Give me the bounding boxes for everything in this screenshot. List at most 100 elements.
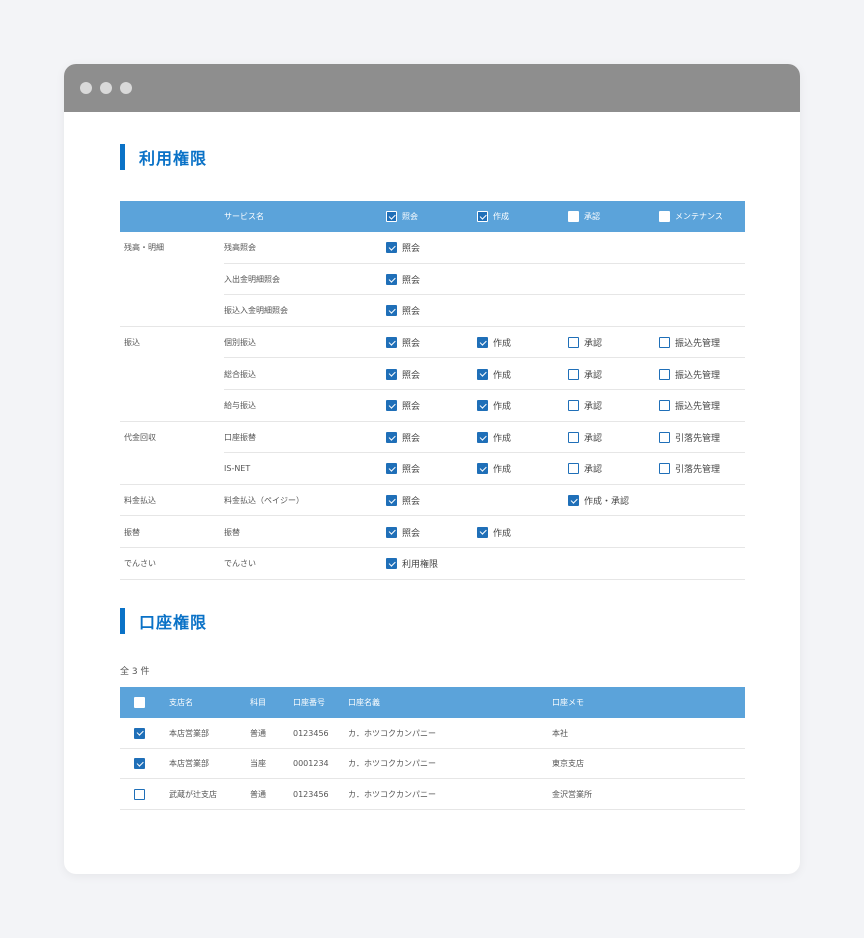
permission-checkbox[interactable] [568, 431, 579, 443]
header-col-inquiry[interactable]: 照会 [386, 201, 418, 232]
window-maximize-dot[interactable] [120, 82, 132, 94]
permission-checkbox[interactable] [386, 273, 397, 285]
permission-option[interactable]: 作成・承認 [568, 485, 629, 517]
permission-option[interactable]: 照会 [386, 485, 420, 517]
account-checkbox[interactable] [134, 727, 145, 739]
permission-checkbox[interactable] [386, 400, 397, 412]
permission-option[interactable]: 作成 [477, 453, 511, 485]
permissions-table-body: 残高・明細 残高照会 照会 入出金明細照会 照会 振込入金明細照会 照会 振込 個別振込 照会 作成… [120, 232, 745, 580]
permission-option[interactable]: 振込先管理 [659, 358, 720, 390]
permission-label: 作成 [493, 528, 512, 539]
permission-option[interactable]: 作成 [477, 327, 511, 359]
permission-option[interactable]: 照会 [386, 232, 420, 264]
select-all-cell[interactable] [134, 687, 150, 718]
permission-checkbox[interactable] [386, 368, 397, 380]
permission-option[interactable]: 承認 [568, 327, 602, 359]
permission-option[interactable]: 承認 [568, 358, 602, 390]
permission-option[interactable]: 作成 [477, 422, 511, 454]
permission-checkbox[interactable] [568, 463, 579, 475]
permission-checkbox[interactable] [477, 431, 488, 443]
permission-row: 残高・明細 残高照会 照会 [120, 232, 745, 264]
account-row[interactable]: 本店営業部 当座 0001234 カ．ホツコクカンパニー 東京支店 [120, 749, 745, 780]
permission-row: 総合振込 照会 作成 承認 振込先管理 [120, 358, 745, 390]
service-cell: 個別振込 [224, 338, 256, 348]
category-cell: 料金払込 [124, 496, 156, 506]
permission-option[interactable]: 振込先管理 [659, 327, 720, 359]
permission-checkbox[interactable] [659, 368, 670, 380]
service-cell: 振込入金明細照会 [224, 306, 288, 316]
type-cell: 当座 [250, 759, 266, 769]
permission-label: 引落先管理 [675, 465, 721, 476]
permission-label: 照会 [402, 497, 421, 508]
permission-option[interactable]: 承認 [568, 390, 602, 422]
header-inquiry-checkbox[interactable] [386, 211, 397, 222]
permission-checkbox[interactable] [386, 431, 397, 443]
account-row[interactable]: 本店営業部 普通 0123456 カ．ホツコクカンパニー 本社 [120, 718, 745, 749]
permission-checkbox[interactable] [568, 400, 579, 412]
header-col-maintenance[interactable]: メンテナンス [659, 201, 723, 232]
select-all-checkbox[interactable] [134, 697, 145, 708]
permission-option[interactable]: 照会 [386, 358, 420, 390]
permission-label: 承認 [584, 402, 603, 413]
section-accent-bar [120, 144, 125, 170]
permission-checkbox[interactable] [386, 337, 397, 349]
window-close-dot[interactable] [80, 82, 92, 94]
account-select-cell[interactable] [134, 749, 150, 779]
account-checkbox[interactable] [134, 788, 145, 800]
header-col-approve[interactable]: 承認 [568, 201, 600, 232]
permission-option[interactable]: 照会 [386, 264, 420, 296]
permission-checkbox[interactable] [386, 463, 397, 475]
permission-option[interactable]: 作成 [477, 358, 511, 390]
permission-checkbox[interactable] [568, 368, 579, 380]
permission-option[interactable]: 照会 [386, 516, 420, 548]
accounts-title: 口座権限 [139, 613, 208, 632]
permission-label: 作成 [493, 370, 512, 381]
service-cell: 入出金明細照会 [224, 274, 280, 284]
permission-checkbox[interactable] [386, 495, 397, 507]
service-cell: 総合振込 [224, 369, 256, 379]
permission-checkbox[interactable] [659, 337, 670, 349]
account-row[interactable]: 武蔵が辻支店 普通 0123456 カ．ホツコクカンパニー 金沢営業所 [120, 779, 745, 811]
permission-option[interactable]: 承認 [568, 453, 602, 485]
permission-checkbox[interactable] [659, 431, 670, 443]
permission-option[interactable]: 振込先管理 [659, 390, 720, 422]
header-maintenance-checkbox[interactable] [659, 211, 670, 222]
accounts-table-header: 支店名 科目 口座番号 口座名義 口座メモ [120, 687, 745, 718]
permission-checkbox[interactable] [568, 337, 579, 349]
account-checkbox[interactable] [134, 758, 145, 770]
permission-option[interactable]: 作成 [477, 516, 511, 548]
header-create-checkbox[interactable] [477, 211, 488, 222]
permission-checkbox[interactable] [659, 463, 670, 475]
permissions-section-title: 利用権限 [120, 144, 207, 170]
permission-checkbox[interactable] [477, 463, 488, 475]
permission-option[interactable]: 引落先管理 [659, 453, 720, 485]
service-cell: 料金払込（ペイジー） [224, 496, 304, 506]
permission-option[interactable]: 照会 [386, 422, 420, 454]
permission-option[interactable]: 照会 [386, 453, 420, 485]
permission-checkbox[interactable] [477, 526, 488, 538]
permission-option[interactable]: 照会 [386, 295, 420, 327]
header-approve-checkbox[interactable] [568, 211, 579, 222]
permission-checkbox[interactable] [659, 400, 670, 412]
window-minimize-dot[interactable] [100, 82, 112, 94]
permission-option[interactable]: 照会 [386, 327, 420, 359]
header-col-create[interactable]: 作成 [477, 201, 509, 232]
permission-option[interactable]: 承認 [568, 422, 602, 454]
permission-checkbox[interactable] [386, 242, 397, 254]
permission-checkbox[interactable] [568, 495, 579, 507]
permission-checkbox[interactable] [477, 400, 488, 412]
account-select-cell[interactable] [134, 779, 150, 809]
permission-option[interactable]: 照会 [386, 390, 420, 422]
account-select-cell[interactable] [134, 718, 150, 748]
service-cell: 残高照会 [224, 243, 256, 253]
permission-option[interactable]: 作成 [477, 390, 511, 422]
permission-row: IS-NET 照会 作成 承認 引落先管理 [120, 453, 745, 485]
permission-checkbox[interactable] [477, 368, 488, 380]
permission-checkbox[interactable] [386, 526, 397, 538]
permission-option[interactable]: 利用権限 [386, 548, 438, 580]
permission-checkbox[interactable] [386, 305, 397, 317]
permission-checkbox[interactable] [386, 558, 397, 570]
accounts-table: 支店名 科目 口座番号 口座名義 口座メモ 本店営業部 普通 0123456 カ．ホツ… [120, 687, 745, 811]
permission-option[interactable]: 引落先管理 [659, 422, 720, 454]
permission-checkbox[interactable] [477, 337, 488, 349]
